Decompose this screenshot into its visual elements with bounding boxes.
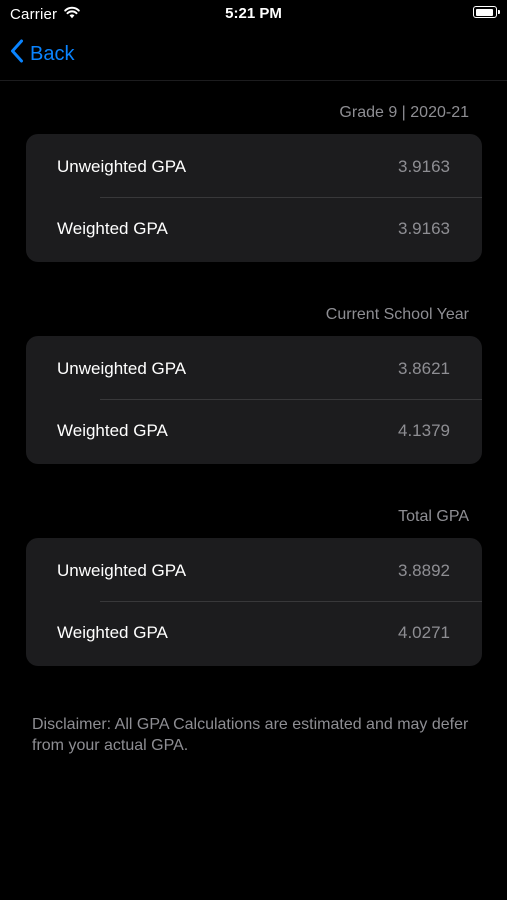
section-header-current-year: Current School Year xyxy=(325,306,469,323)
gpa-row-unweighted[interactable]: Unweighted GPA 3.9163 xyxy=(26,136,482,198)
row-value: 3.9163 xyxy=(398,219,450,238)
row-value: 4.0271 xyxy=(398,623,450,642)
gpa-row-weighted[interactable]: Weighted GPA 4.1379 xyxy=(26,400,482,462)
chevron-left-icon xyxy=(10,39,24,69)
status-bar: Carrier 5:21 PM xyxy=(0,0,507,28)
section-header-total-gpa: Total GPA xyxy=(398,508,469,525)
gpa-card-total: Unweighted GPA 3.8892 Weighted GPA 4.027… xyxy=(26,538,482,666)
gpa-row-unweighted[interactable]: Unweighted GPA 3.8892 xyxy=(26,540,482,602)
disclaimer-text: Disclaimer: All GPA Calculations are est… xyxy=(32,716,469,754)
row-label: Weighted GPA xyxy=(57,623,168,642)
gpa-card-current-year: Unweighted GPA 3.8621 Weighted GPA 4.137… xyxy=(26,336,482,464)
status-time: 5:21 PM xyxy=(225,5,282,22)
gpa-row-weighted[interactable]: Weighted GPA 3.9163 xyxy=(26,198,482,260)
battery-icon xyxy=(473,6,500,18)
back-label: Back xyxy=(30,42,75,65)
status-right xyxy=(473,6,500,18)
row-label: Unweighted GPA xyxy=(57,157,187,176)
gpa-row-weighted[interactable]: Weighted GPA 4.0271 xyxy=(26,602,482,664)
battery-fill xyxy=(475,8,493,16)
row-label: Unweighted GPA xyxy=(57,561,187,580)
row-value: 3.8892 xyxy=(398,561,450,580)
row-label: Weighted GPA xyxy=(57,219,168,238)
row-label: Unweighted GPA xyxy=(57,359,187,378)
row-value: 4.1379 xyxy=(398,421,450,440)
row-label: Weighted GPA xyxy=(57,421,168,440)
nav-bar: Back xyxy=(0,28,507,81)
back-button[interactable]: Back xyxy=(10,39,74,69)
gpa-card-grade-9: Unweighted GPA 3.9163 Weighted GPA 3.916… xyxy=(26,134,482,262)
row-value: 3.9163 xyxy=(398,157,450,176)
section-header-grade-9: Grade 9 | 2020-21 xyxy=(339,104,469,121)
gpa-row-unweighted[interactable]: Unweighted GPA 3.8621 xyxy=(26,338,482,400)
row-value: 3.8621 xyxy=(398,359,450,378)
